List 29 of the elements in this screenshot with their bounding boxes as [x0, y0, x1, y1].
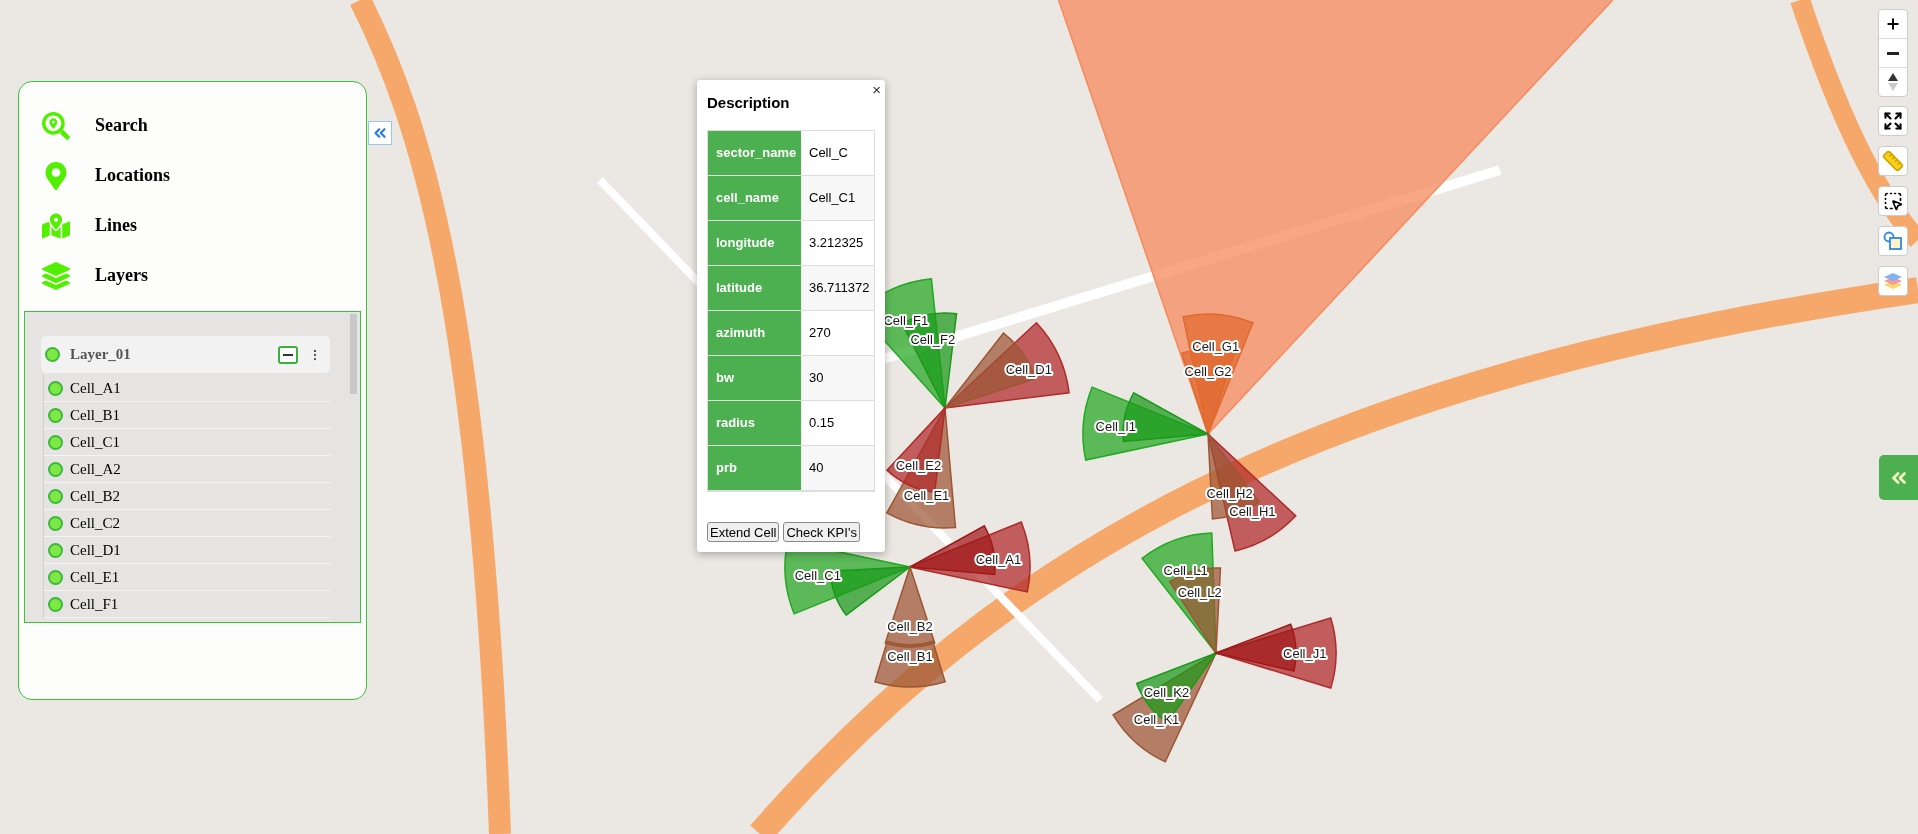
table-cell: sector_name [708, 130, 801, 175]
sector-label: Cell_J1 [1283, 646, 1327, 661]
sector-label: Cell_A1 [975, 552, 1022, 568]
table-cell: radius [708, 400, 801, 445]
sector-label: Cell_D1 [1005, 361, 1052, 377]
sector-label: Cell_E1 [903, 487, 950, 503]
sector-label: Cell_E2 [895, 458, 942, 473]
table-cell: azimuth [708, 310, 801, 355]
table-cell: cell_name [708, 175, 801, 220]
sector-label: Cell_F1 [883, 313, 929, 329]
sector-label: Cell_B1 [887, 648, 933, 664]
table-cell: 40 [801, 445, 874, 490]
table-cell: bw [708, 355, 801, 400]
table-cell: Cell_C1 [801, 175, 874, 220]
table-cell: latitude [708, 265, 801, 310]
layer-name: Layer_01 [70, 345, 132, 365]
sector-label: Cell_G2 [1184, 364, 1232, 380]
table-cell: 36.711372 [801, 265, 874, 310]
table-cell: 30 [801, 355, 874, 400]
table-cell: prb [708, 445, 801, 490]
table-cell: longitude [708, 220, 801, 265]
sector-label: Cell_G1 [1192, 338, 1240, 354]
sector-label: Cell_C1 [794, 568, 841, 584]
sector-label: Cell_K2 [1143, 684, 1190, 700]
sector-label: Cell_L1 [1163, 562, 1208, 578]
popup-title: Description [707, 93, 791, 113]
sector-label: Cell_B2 [887, 619, 933, 635]
sector-label: Cell_H1 [1229, 503, 1276, 519]
sector-label: Cell_I1 [1095, 418, 1137, 434]
